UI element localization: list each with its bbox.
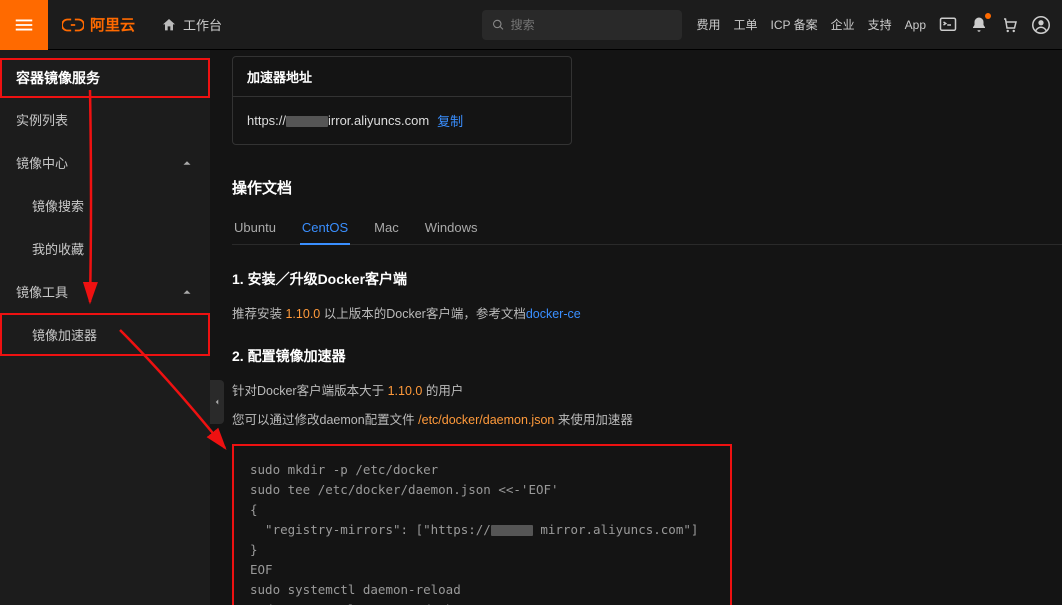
sidebar-item-my-favorites[interactable]: 我的收藏 [0,227,210,270]
chevron-up-icon [180,285,194,299]
sidebar-item-instances[interactable]: 实例列表 [0,98,210,141]
profile-button[interactable] [1032,16,1050,34]
notifications-button[interactable] [970,16,988,34]
terminal-button[interactable] [939,16,957,34]
aliyun-logo-icon [62,14,84,36]
code-block[interactable]: sudo mkdir -p /etc/docker sudo tee /etc/… [232,444,732,605]
sidebar-collapse-handle[interactable] [210,380,224,424]
chevron-left-icon [212,397,222,407]
sidebar-item-image-search[interactable]: 镜像搜索 [0,184,210,227]
workbench-label: 工作台 [183,15,222,34]
hamburger-icon [13,14,35,36]
top-right-links: 费用 工单 ICP 备案 企业 支持 App [696,16,1062,34]
menu-toggle-button[interactable] [0,0,48,50]
docker-ce-link[interactable]: docker-ce [526,307,581,321]
search-box[interactable] [482,10,682,40]
step1-desc: 推荐安装 1.10.0 以上版本的Docker客户端，参考文档docker-ce [232,303,1062,322]
config-path: /etc/docker/daemon.json [418,413,554,427]
sidebar: 容器镜像服务 实例列表 镜像中心 镜像搜索 我的收藏 镜像工具 镜像加速器 [0,50,210,605]
sidebar-group-image-center[interactable]: 镜像中心 [0,141,210,184]
masked-subdomain [286,116,328,127]
topbar: 阿里云 工作台 费用 工单 ICP 备案 企业 支持 App [0,0,1062,50]
tab-windows[interactable]: Windows [423,212,480,244]
doc-tabs: Ubuntu CentOS Mac Windows [232,212,1062,245]
search-icon [492,18,505,32]
chevron-up-icon [180,156,194,170]
top-link-app[interactable]: App [905,18,926,32]
sidebar-group-label: 镜像工具 [16,282,68,301]
brand-text: 阿里云 [90,14,135,35]
cart-button[interactable] [1001,16,1019,34]
step2-title: 2. 配置镜像加速器 [232,346,1062,366]
step1-title: 1. 安装／升级Docker客户端 [232,269,1062,289]
user-icon [1032,16,1050,34]
step2-line1: 针对Docker客户端版本大于 1.10.0 的用户 [232,380,1062,399]
tab-centos[interactable]: CentOS [300,212,350,245]
sidebar-group-image-tools[interactable]: 镜像工具 [0,270,210,313]
doc-title: 操作文档 [232,177,1062,198]
copy-button[interactable]: 复制 [437,111,463,130]
top-link-tickets[interactable]: 工单 [733,16,757,33]
tab-mac[interactable]: Mac [372,212,401,244]
tab-ubuntu[interactable]: Ubuntu [232,212,278,244]
accelerator-card-header: 加速器地址 [233,57,571,97]
step2-line2: 您可以通过修改daemon配置文件 /etc/docker/daemon.jso… [232,409,1062,428]
cart-icon [1001,16,1019,34]
home-icon [161,17,177,33]
brand-logo[interactable]: 阿里云 [62,14,135,36]
accelerator-card: 加速器地址 https://irror.aliyuncs.com 复制 [232,56,572,145]
main-content: 加速器地址 https://irror.aliyuncs.com 复制 操作文档… [210,50,1062,605]
accelerator-url: https://irror.aliyuncs.com [247,113,429,128]
sidebar-group-label: 镜像中心 [16,153,68,172]
accelerator-card-body: https://irror.aliyuncs.com 复制 [233,97,571,144]
terminal-icon [939,16,957,34]
top-link-icp[interactable]: ICP 备案 [770,16,817,33]
sidebar-title: 容器镜像服务 [0,58,210,98]
top-link-support[interactable]: 支持 [868,16,892,33]
notification-dot [985,13,991,19]
top-link-fees[interactable]: 费用 [696,16,720,33]
search-input[interactable] [511,18,672,32]
top-link-ent[interactable]: 企业 [831,16,855,33]
sidebar-item-image-accelerator[interactable]: 镜像加速器 [0,313,210,356]
workbench-link[interactable]: 工作台 [161,15,222,34]
masked-subdomain [491,525,533,536]
version-highlight: 1.10.0 [285,307,320,321]
